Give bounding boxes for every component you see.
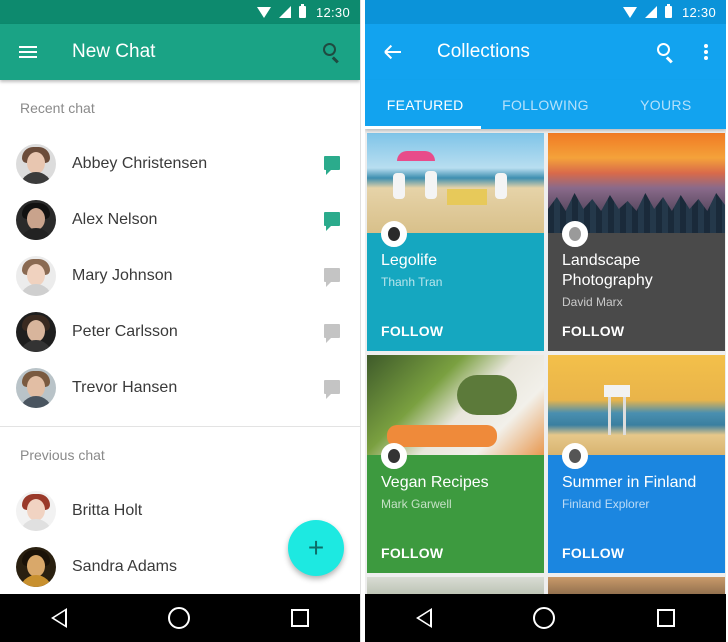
status-bar: 12:30 bbox=[0, 0, 360, 24]
tab-yours[interactable]: YOURS bbox=[606, 80, 726, 129]
collection-card-landscape-photography[interactable]: Landscape Photography David Marx FOLLOW bbox=[548, 133, 725, 351]
curator-avatar bbox=[562, 221, 588, 247]
collection-author: Mark Garwell bbox=[381, 497, 452, 511]
battery-icon bbox=[664, 4, 672, 18]
chat-name: Abbey Christensen bbox=[72, 155, 208, 172]
follow-button[interactable]: FOLLOW bbox=[562, 545, 624, 561]
new-chat-screen: 12:30 New Chat Recent chat Abbey Christe… bbox=[0, 0, 361, 642]
status-bar: 12:30 bbox=[365, 0, 726, 24]
collection-card-summer-in-finland[interactable]: Summer in Finland Finland Explorer FOLLO… bbox=[548, 355, 725, 573]
collection-card-vegan-recipes[interactable]: Vegan Recipes Mark Garwell FOLLOW bbox=[367, 355, 544, 573]
chat-name: Mary Johnson bbox=[72, 267, 173, 284]
status-time: 12:30 bbox=[681, 4, 716, 20]
recent-chat-header: Recent chat bbox=[20, 100, 95, 116]
collection-author: David Marx bbox=[562, 295, 623, 309]
collection-author: Finland Explorer bbox=[562, 497, 650, 511]
chat-bubble-icon bbox=[324, 212, 340, 231]
follow-button[interactable]: FOLLOW bbox=[381, 545, 443, 561]
tab-following[interactable]: FOLLOWING bbox=[485, 80, 605, 129]
collections-screen: 12:30 Collections FEATURED FOLLOWING YOU… bbox=[365, 0, 726, 642]
avatar bbox=[16, 491, 56, 531]
chat-bubble-icon bbox=[324, 324, 340, 343]
collection-title: Vegan Recipes bbox=[381, 474, 489, 491]
collection-image bbox=[367, 355, 544, 455]
chat-name: Peter Carlsson bbox=[72, 323, 178, 340]
chat-item-mary-johnson[interactable]: Mary Johnson bbox=[0, 248, 360, 304]
follow-button[interactable]: FOLLOW bbox=[562, 323, 624, 339]
tab-indicator bbox=[365, 126, 481, 129]
chat-item-trevor-hansen[interactable]: Trevor Hansen bbox=[0, 360, 360, 416]
chat-name: Alex Nelson bbox=[72, 211, 158, 228]
curator-avatar bbox=[562, 443, 588, 469]
chat-item-abbey-christensen[interactable]: Abbey Christensen bbox=[0, 136, 360, 192]
more-vert-icon bbox=[704, 44, 708, 60]
search-icon bbox=[323, 43, 341, 64]
back-button[interactable] bbox=[365, 24, 421, 80]
chat-item-peter-carlsson[interactable]: Peter Carlsson bbox=[0, 304, 360, 360]
chat-name: Britta Holt bbox=[72, 502, 143, 519]
chat-bubble-icon bbox=[324, 156, 340, 175]
nav-recents-icon[interactable] bbox=[657, 609, 676, 627]
back-arrow-icon bbox=[384, 44, 401, 60]
avatar bbox=[16, 256, 56, 296]
wifi-icon bbox=[256, 6, 271, 18]
search-button[interactable] bbox=[646, 24, 686, 80]
navigation-bar bbox=[0, 594, 360, 642]
chat-item-alex-nelson[interactable]: Alex Nelson bbox=[0, 192, 360, 248]
app-bar: Collections bbox=[365, 24, 726, 80]
collection-image bbox=[548, 355, 725, 455]
menu-button[interactable] bbox=[0, 24, 56, 80]
follow-button[interactable]: FOLLOW bbox=[381, 323, 443, 339]
chat-name: Trevor Hansen bbox=[72, 379, 178, 396]
nav-back-icon[interactable] bbox=[415, 608, 432, 628]
avatar bbox=[16, 144, 56, 184]
curator-avatar bbox=[381, 221, 407, 247]
nav-home-icon[interactable] bbox=[167, 607, 190, 629]
collection-image bbox=[548, 133, 725, 233]
collection-author: Thanh Tran bbox=[381, 275, 443, 289]
avatar bbox=[16, 547, 56, 587]
chat-bubble-icon bbox=[324, 380, 340, 399]
search-icon bbox=[657, 43, 675, 64]
avatar bbox=[16, 200, 56, 240]
tab-bar: FEATURED FOLLOWING YOURS bbox=[365, 80, 726, 129]
signal-icon bbox=[644, 6, 657, 18]
new-chat-fab[interactable]: + bbox=[288, 520, 344, 576]
wifi-icon bbox=[622, 6, 637, 18]
tab-featured[interactable]: FEATURED bbox=[365, 80, 485, 129]
collection-image bbox=[367, 133, 544, 233]
collections-grid: Legolife Thanh Tran FOLLOW Landscape Pho… bbox=[365, 129, 726, 597]
collection-card-legolife[interactable]: Legolife Thanh Tran FOLLOW bbox=[367, 133, 544, 351]
collection-title: Legolife bbox=[381, 252, 438, 269]
app-bar: New Chat bbox=[0, 24, 360, 80]
battery-icon bbox=[298, 4, 306, 18]
page-title: Collections bbox=[437, 41, 530, 62]
collection-title: Landscape Photography bbox=[562, 252, 653, 289]
avatar bbox=[16, 368, 56, 408]
avatar bbox=[16, 312, 56, 352]
nav-home-icon[interactable] bbox=[533, 607, 556, 629]
previous-chat-header: Previous chat bbox=[20, 447, 105, 463]
curator-avatar bbox=[381, 443, 407, 469]
menu-icon bbox=[19, 46, 37, 58]
navigation-bar bbox=[365, 594, 726, 642]
nav-back-icon[interactable] bbox=[50, 608, 67, 628]
signal-icon bbox=[278, 6, 291, 18]
chat-bubble-icon bbox=[324, 268, 340, 287]
collection-title: Summer in Finland bbox=[562, 474, 697, 491]
more-options-button[interactable] bbox=[686, 24, 726, 80]
page-title: New Chat bbox=[72, 41, 156, 62]
search-button[interactable] bbox=[304, 24, 360, 80]
status-time: 12:30 bbox=[315, 4, 350, 20]
nav-recents-icon[interactable] bbox=[291, 609, 310, 627]
